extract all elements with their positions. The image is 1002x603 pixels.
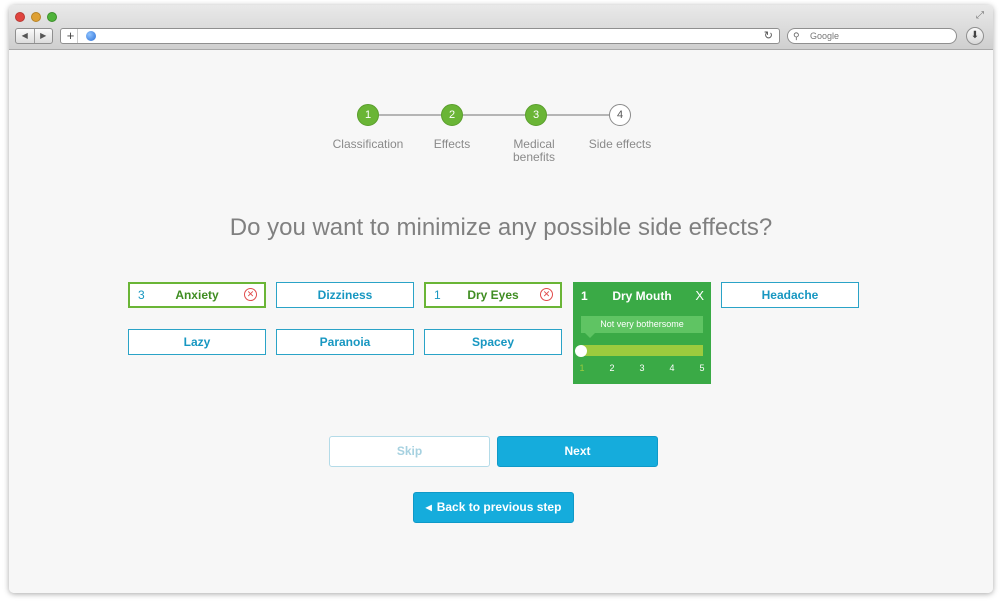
option-label: Anxiety <box>175 288 219 302</box>
globe-icon <box>86 31 96 41</box>
search-field[interactable]: ⚲ Google <box>787 28 957 44</box>
option-dry-eyes[interactable]: 1 Dry Eyes ✕ <box>424 282 562 308</box>
step-connector <box>379 114 441 116</box>
severity-slider-track[interactable] <box>581 345 703 356</box>
severity-slider-handle[interactable] <box>575 345 587 357</box>
option-rank: 1 <box>581 289 588 303</box>
downloads-icon[interactable]: ⬇ <box>966 27 984 45</box>
skip-button[interactable]: Skip <box>329 436 490 467</box>
option-spacey[interactable]: Spacey <box>424 329 562 355</box>
next-button[interactable]: Next <box>497 436 658 467</box>
add-bookmark-icon[interactable]: + <box>64 29 78 43</box>
browser-toolbar: ⤢ ◀ ▶ + ↻ ⚲ Google ⬇ <box>9 5 993 50</box>
scale-tick: 1 <box>579 363 585 373</box>
option-rank: 1 <box>434 288 441 302</box>
option-label: Headache <box>761 288 819 302</box>
forward-arrow-icon[interactable]: ▶ <box>33 29 53 43</box>
close-icon[interactable]: X <box>695 288 704 303</box>
scale-tick: 5 <box>699 363 705 373</box>
severity-tooltip: Not very bothersome <box>581 316 703 338</box>
option-lazy[interactable]: Lazy <box>128 329 266 355</box>
step-2-label: Effects <box>433 137 471 151</box>
left-arrow-icon: ◀ <box>425 503 432 512</box>
step-4-label: Side effects <box>588 137 652 151</box>
search-placeholder: Google <box>810 31 840 41</box>
step-4-indicator: 4 <box>609 104 631 126</box>
history-nav: ◀ ▶ <box>15 28 53 44</box>
browser-window: ⤢ ◀ ▶ + ↻ ⚲ Google ⬇ 1 2 3 4 Classificat… <box>9 5 993 593</box>
step-3-label: Medical benefits <box>512 137 556 164</box>
option-label: Dry Mouth <box>612 289 672 303</box>
remove-icon[interactable]: ✕ <box>244 288 257 301</box>
step-2-indicator: 2 <box>441 104 463 126</box>
step-1-indicator: 1 <box>357 104 379 126</box>
option-headache[interactable]: Headache <box>721 282 859 308</box>
back-button-label: Back to previous step <box>436 500 562 514</box>
step-1-label: Classification <box>332 137 404 151</box>
option-paranoia[interactable]: Paranoia <box>276 329 414 355</box>
scale-tick: 2 <box>609 363 615 373</box>
address-bar[interactable]: + ↻ <box>60 28 780 44</box>
fullscreen-icon[interactable]: ⤢ <box>976 10 987 21</box>
step-connector <box>547 114 609 116</box>
option-label: Dizziness <box>317 288 373 302</box>
option-label: Spacey <box>471 335 515 349</box>
option-anxiety[interactable]: 3 Anxiety ✕ <box>128 282 266 308</box>
minimize-window-button[interactable] <box>31 12 41 22</box>
page-content: 1 2 3 4 Classification Effects Medical b… <box>9 51 993 593</box>
option-label: Dry Eyes <box>467 288 519 302</box>
page-question: Do you want to minimize any possible sid… <box>229 214 773 241</box>
back-arrow-icon[interactable]: ◀ <box>16 29 34 43</box>
option-rank: 3 <box>138 288 145 302</box>
option-dry-mouth-panel: Dry Mouth 1 X Not very bothersome 1 2 3 … <box>573 282 711 384</box>
option-label: Paranoia <box>319 335 371 349</box>
back-to-previous-step-button[interactable]: ◀ Back to previous step <box>413 492 574 523</box>
scale-tick: 4 <box>669 363 675 373</box>
search-icon: ⚲ <box>793 31 800 41</box>
close-window-button[interactable] <box>15 12 25 22</box>
remove-icon[interactable]: ✕ <box>540 288 553 301</box>
scale-tick: 3 <box>639 363 645 373</box>
reload-icon[interactable]: ↻ <box>764 29 773 43</box>
zoom-window-button[interactable] <box>47 12 57 22</box>
step-3-indicator: 3 <box>525 104 547 126</box>
option-label: Lazy <box>183 335 211 349</box>
step-connector <box>463 114 525 116</box>
option-dizziness[interactable]: Dizziness <box>276 282 414 308</box>
